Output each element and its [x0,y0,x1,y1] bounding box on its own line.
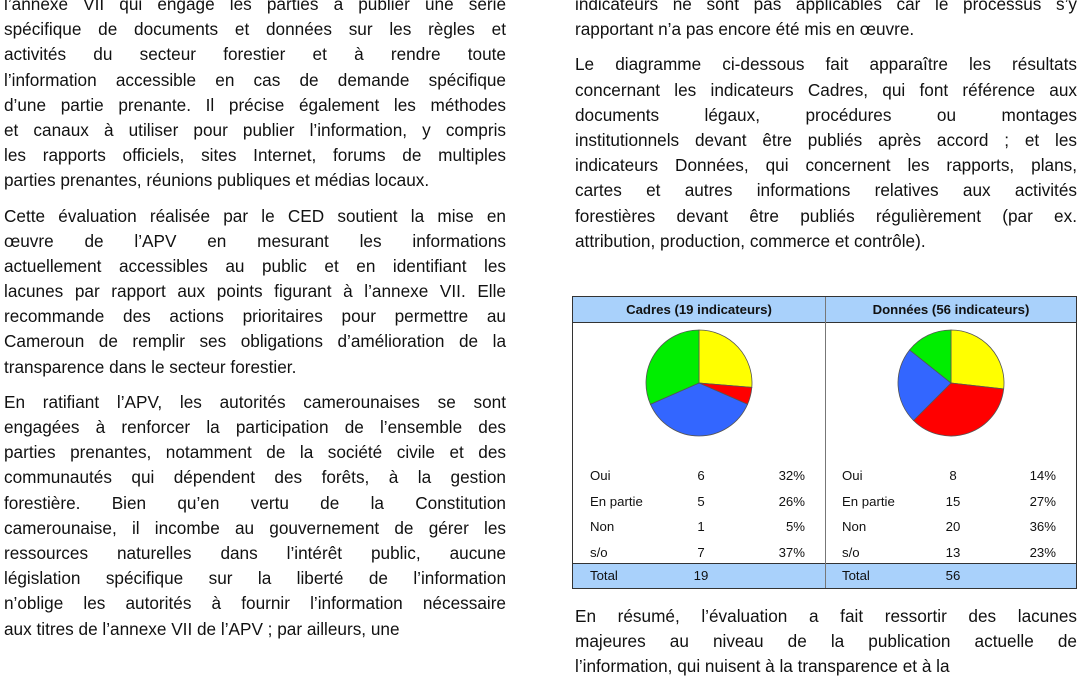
text-line: transparence dans le secteur forestier. [4,356,297,377]
stat-label: s/o [590,544,608,560]
text-line: Le diagramme ci-dessous fait apparaître … [575,54,1077,75]
text-line: Cette évaluation réalisée par le CED sou… [4,205,506,226]
cadres-pie-container [573,327,825,457]
text-line: n’oblige les autorités à fournir l’infor… [4,593,506,614]
pie-slice-en-partie [950,329,1005,390]
text-line: législation spécifique sur la liberté de… [4,568,506,589]
text-line: communautés qui dépendent des forêts, à … [4,467,506,488]
text-line: spécifique de documents et données sur l… [4,19,506,40]
text-line: et canaux à utiliser pour publier l’info… [4,119,506,140]
text-line: En résumé, l’évaluation a fait ressortir… [575,606,1077,626]
text-line: majeures au niveau de la publication act… [575,631,1077,652]
cadres-stats: Oui 6 32% En partie 5 26% Non 1 5% s/o 7… [573,463,825,565]
text-line: d’une partie prenante. Il précise égalem… [4,94,506,115]
text-line: engagées à renforcer la participation de… [4,417,506,437]
paragraph-diagram-description: Le diagramme ci-dessous fait apparaître … [575,52,1077,254]
stat-label: En partie [842,493,895,509]
total-count: 56 [945,568,961,583]
stat-label: Oui [842,468,863,483]
stat-row-non: Non 1 5% [573,514,825,540]
paragraph-ced-evaluation: Cette évaluation réalisée par le CED sou… [4,204,506,380]
text-line: concernant les indicateurs Cadres, qui f… [575,79,1077,100]
text-line: l’information, qui nuisent à la transpar… [575,656,950,677]
text-line: indicateurs Données, qui concernent les … [575,155,1077,176]
pie-slice-en-partie [698,329,753,388]
donnees-title: Données (56 indicateurs) [826,297,1076,323]
text-line: rapportant n’a pas encore été mis en œuv… [575,19,915,40]
text-line: cartes et autres informations relatives … [575,180,1077,201]
stat-count: 15 [945,493,961,509]
right-text-column-top: indicateurs ne sont pas applicables car … [575,0,1077,254]
text-line: ressources naturelles dans l’intérêt pub… [4,542,506,563]
text-line: forestière. Bien qu’en vertu de la Const… [4,492,506,513]
donnees-stats: Oui 8 14% En partie 15 27% Non 20 36% s/… [826,463,1076,565]
stat-row-non: Non 20 36% [826,514,1076,540]
stat-percent: 32% [778,468,805,483]
stat-count: 20 [945,519,961,534]
text-line: attribution, production, commerce et con… [575,230,926,251]
text-line: Cameroun de remplir ses obligations d’am… [4,331,506,352]
text-line: parties prenantes, notamment de la socié… [4,442,506,463]
stat-percent: 14% [1029,468,1056,483]
stat-percent: 27% [1029,493,1056,509]
stat-row-s-o: s/o 7 37% [573,540,825,566]
indicator-results-table: Cadres (19 indicateurs) Oui 6 32% En par… [572,296,1077,589]
stat-label: Non [590,519,615,534]
paragraph-summary: En résumé, l’évaluation a fait ressortir… [575,604,1077,680]
paragraph-apv-ratification: En ratifiant l’APV, les autorités camero… [4,390,506,642]
text-line: indicateurs ne sont pas applicables car … [575,0,1077,14]
text-line: lacunes par rapport aux points figurant … [4,281,506,302]
stat-label: En partie [590,493,643,509]
stat-count: 1 [697,519,705,534]
cadres-pie-chart [645,329,753,437]
text-line: institutionnels devant être publiés aprè… [575,129,1077,150]
text-line: activités du secteur forestier et à rend… [4,44,506,65]
stat-label: s/o [842,544,860,560]
stat-row-s-o: s/o 13 23% [826,540,1076,566]
stat-label: Oui [590,468,611,483]
donnees-pie-container [826,327,1076,457]
total-label: Total [842,568,870,583]
text-line: forestières devant être publiés régulièr… [575,205,1077,226]
stat-row-oui: Oui 6 32% [573,463,825,489]
stat-label: Non [842,519,867,534]
stat-row-en-partie: En partie 15 27% [826,489,1076,515]
text-line: les rapports officiels, sites Internet, … [4,145,506,166]
stat-count: 5 [697,493,705,509]
donnees-pie-chart [897,329,1005,437]
paragraph-indicators-not-applicable: indicateurs ne sont pas applicables car … [575,0,1077,42]
stat-percent: 37% [778,544,805,560]
stat-row-en-partie: En partie 5 26% [573,489,825,515]
text-line: recommande des actions prioritaires pour… [4,306,506,327]
cadres-total-row: Total 19 [573,563,825,588]
cadres-panel: Cadres (19 indicateurs) Oui 6 32% En par… [573,297,826,588]
text-line: documents légaux, procédures ou montages [575,104,1077,125]
text-line: En ratifiant l’APV, les autorités camero… [4,391,506,412]
left-text-column: l’annexe VII qui engage les parties à pu… [4,0,506,642]
stat-percent: 36% [1029,519,1056,534]
total-label: Total [590,568,618,583]
stat-count: 13 [945,544,961,560]
stat-row-oui: Oui 8 14% [826,463,1076,489]
text-line: l’annexe VII qui engage les parties à pu… [4,0,506,14]
donnees-total-row: Total 56 [826,563,1076,588]
paragraph-annex-vii: l’annexe VII qui engage les parties à pu… [4,0,506,194]
stat-count: 6 [697,468,705,483]
cadres-title: Cadres (19 indicateurs) [573,297,825,323]
text-line: l’information accessible en cas de deman… [4,69,506,90]
text-line: actuellement accessibles au public et en… [4,255,506,276]
text-line: camerounaise, il incombe au gouvernement… [4,517,506,538]
stat-percent: 5% [785,519,805,534]
text-line: aux titres de l’annexe VII de l’APV ; pa… [4,618,400,639]
stat-count: 7 [697,544,705,560]
total-count: 19 [693,568,709,583]
right-text-column-bottom: En résumé, l’évaluation a fait ressortir… [575,604,1077,680]
donnees-panel: Données (56 indicateurs) Oui 8 14% En pa… [826,297,1076,588]
stat-percent: 26% [778,493,805,509]
stat-count: 8 [949,468,957,483]
stat-percent: 23% [1029,544,1056,560]
text-line: œuvre de l’APV en mesurant les informati… [4,230,506,251]
text-line: parties prenantes, réunions publiques et… [4,170,430,191]
